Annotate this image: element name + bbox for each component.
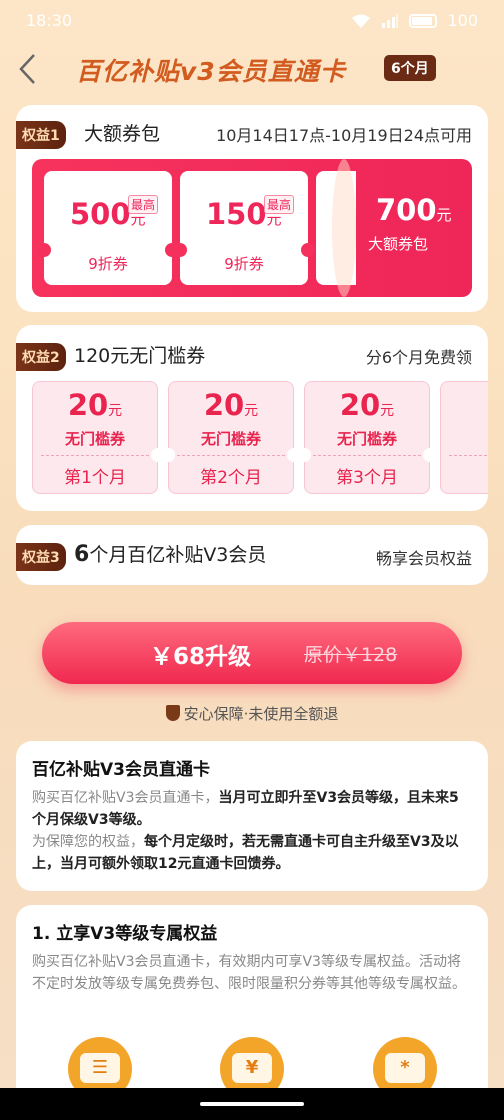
divider xyxy=(177,455,285,456)
header: 百亿补贴v3会员直通卡 6个月 xyxy=(0,40,504,98)
coupon-pack-total: 700元 大额券包 xyxy=(336,159,472,297)
benefit-detail-section: 1. 立享V3等级专属权益 购买百亿补贴V3会员直通卡，有效期内可享V3等级专属… xyxy=(16,905,488,1105)
coupon-kind: 9折券 xyxy=(224,255,264,273)
coupon-month: 第1个月 xyxy=(64,468,126,488)
monthly-coupon: 20元 无门槛券 第2个月 xyxy=(161,381,301,494)
monthly-coupon-partial xyxy=(440,381,488,494)
coupon-kind: 9折券 xyxy=(88,255,128,273)
pack-label: 大额券包 xyxy=(368,235,429,253)
benefit-tag: 权益1 xyxy=(16,121,66,149)
page-title: 百亿补贴v3会员直通卡 xyxy=(76,57,346,86)
guarantee-text: 安心保障·未使用全额退 xyxy=(0,703,504,724)
description-paragraph: 为保障您的权益，每个月定级时，若无需直通卡可自主升级至V3及以上，当月可额外领取… xyxy=(32,834,459,872)
benefit-title: 6个月百亿补贴V3会员 xyxy=(74,542,267,567)
benefit-tag: 权益3 xyxy=(16,543,66,571)
coupon-kind: 无门槛券 xyxy=(336,430,397,448)
coupon-month: 第3个月 xyxy=(336,468,398,488)
coupon-pack-panel[interactable]: 500元 最高 9折券 150元 最高 9折券 700元 大额券包 xyxy=(32,159,472,297)
coupon-notch xyxy=(37,243,51,257)
benefit-title: 120元无门槛券 xyxy=(74,345,206,367)
max-label: 最高 xyxy=(264,195,295,214)
upgrade-price: ￥68升级 xyxy=(150,644,252,670)
benefit-tag: 权益2 xyxy=(16,343,66,371)
system-nav-bar xyxy=(0,1088,504,1120)
validity-text: 10月14日17点-10月19日24点可用 xyxy=(216,126,472,145)
coupon-amount: 20元 xyxy=(203,388,259,422)
signal-icon xyxy=(382,13,399,28)
benefit-note: 分6个月免费领 xyxy=(365,348,472,367)
monthly-coupon: 20元 无门槛券 第1个月 xyxy=(32,381,165,494)
coupon-amount: 20元 xyxy=(339,388,395,422)
status-icons: 100 xyxy=(351,11,478,30)
coupon-card: 500元 最高 9折券 xyxy=(37,171,179,285)
monthly-coupon: 20元 无门槛券 第3个月 xyxy=(297,381,437,494)
shield-check-icon xyxy=(165,705,180,721)
home-indicator[interactable] xyxy=(200,1102,304,1106)
max-label: 最高 xyxy=(128,195,159,214)
section-body: 购买百亿补贴V3会员直通卡，有效期内可享V3等级专属权益。活动将不定时发放等级专… xyxy=(32,954,466,992)
coupon-notch xyxy=(161,448,175,462)
wifi-icon xyxy=(352,14,371,28)
divider xyxy=(313,455,421,456)
duration-badge: 6个月 xyxy=(384,55,436,81)
original-price: 原价￥128 xyxy=(304,644,398,666)
battery-icon xyxy=(409,13,438,28)
coupon-month: 第2个月 xyxy=(200,468,262,488)
description-title: 百亿补贴V3会员直通卡 xyxy=(32,760,210,780)
coupon-kind: 无门槛券 xyxy=(200,430,261,448)
coupon-card: 150元 最高 9折券 xyxy=(173,171,315,285)
pack-amount: 700元 xyxy=(376,193,452,227)
coupon-kind: 无门槛券 xyxy=(64,430,125,448)
status-time: 18:30 xyxy=(26,11,73,30)
divider xyxy=(449,455,488,456)
coupon-notch xyxy=(301,243,315,257)
benefit-note: 畅享会员权益 xyxy=(375,549,472,568)
status-bar: 18:30 100 xyxy=(0,0,504,40)
card-description: 百亿补贴V3会员直通卡 购买百亿补贴V3会员直通卡，当月可立即升至V3会员等级，… xyxy=(16,741,488,891)
coupon-notch xyxy=(173,243,187,257)
benefit-2-card: 权益2 120元无门槛券 分6个月免费领 20元 无门槛券 第1个月 20元 无… xyxy=(16,325,488,511)
coupon-amount: 20元 xyxy=(67,388,123,422)
section-title: 1. 立享V3等级专属权益 xyxy=(32,924,218,944)
coupon-notch xyxy=(423,448,437,462)
battery-level: 100 xyxy=(447,11,478,30)
upgrade-button[interactable]: ￥68升级 原价￥128 xyxy=(42,622,462,684)
benefit-title: 大额券包 xyxy=(84,123,161,145)
divider xyxy=(41,455,149,456)
back-arrow-icon[interactable] xyxy=(16,52,40,86)
description-paragraph: 购买百亿补贴V3会员直通卡，当月可立即升至V3会员等级，且未来5个月保级V3等级… xyxy=(32,790,459,828)
benefit-3-card: 权益3 6个月百亿补贴V3会员 畅享会员权益 xyxy=(16,525,488,585)
benefit-1-card: 权益1 大额券包 10月14日17点-10月19日24点可用 500元 最高 9… xyxy=(16,105,488,312)
coupon-notch xyxy=(297,448,311,462)
